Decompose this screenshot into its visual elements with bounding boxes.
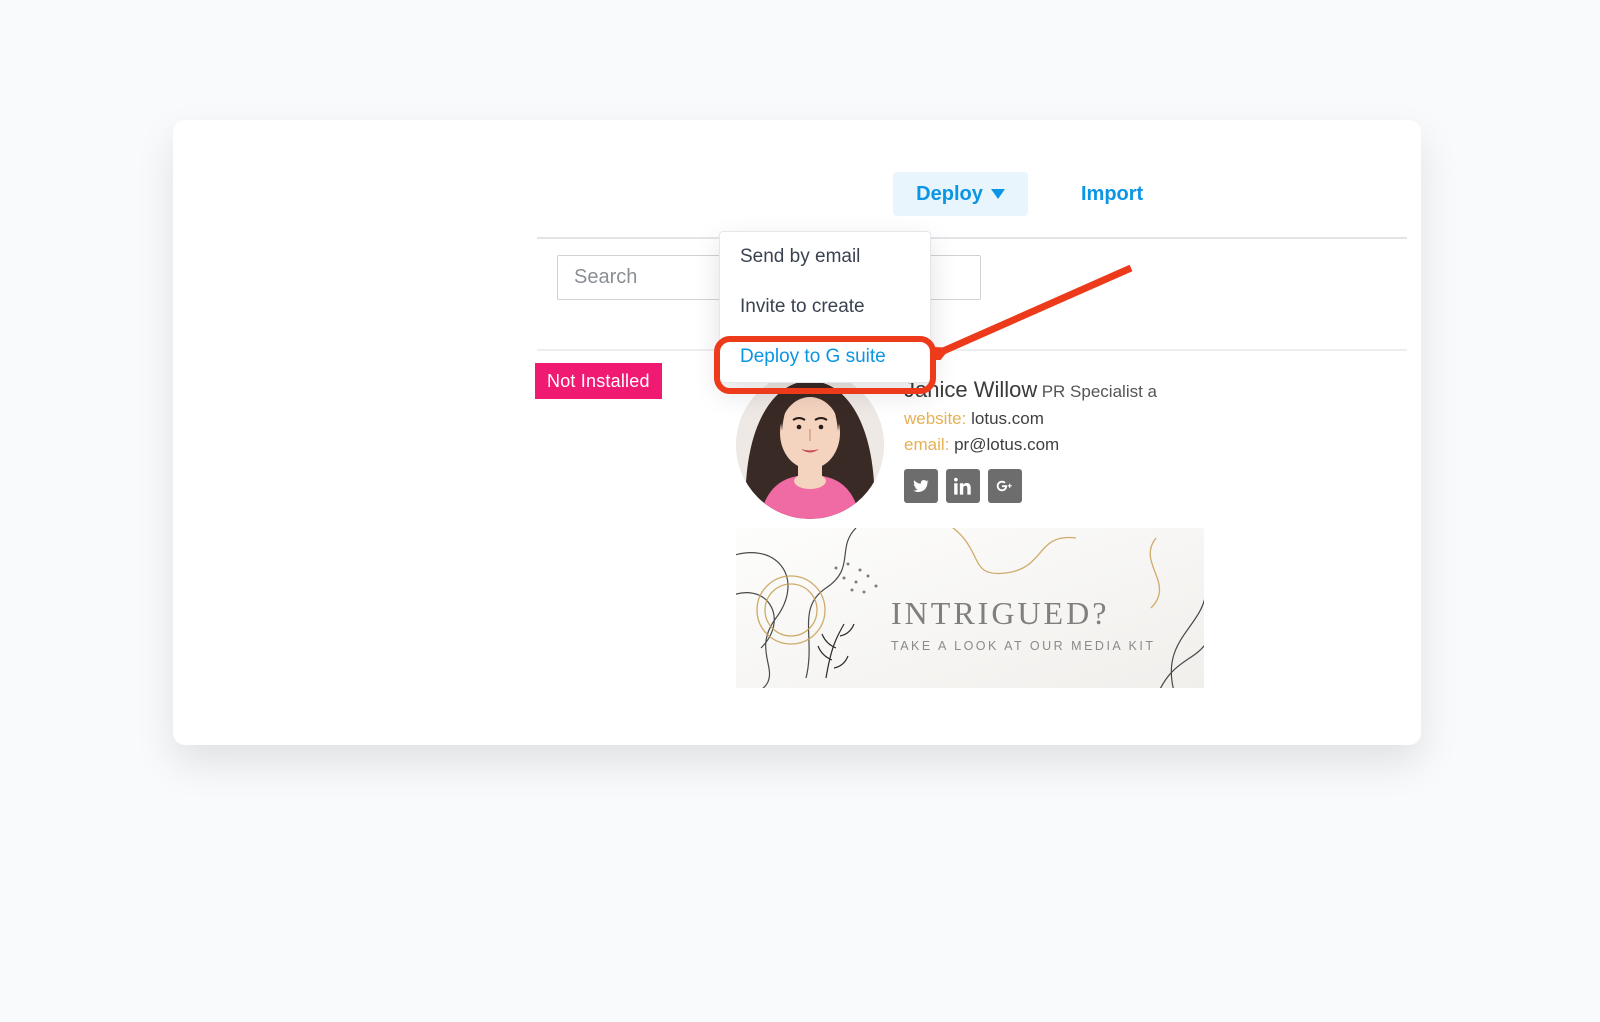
search-placeholder: Search [574,266,637,289]
linkedin-icon[interactable] [946,469,980,503]
import-button[interactable]: Import [1081,172,1143,216]
status-badge: Not Installed [535,363,662,399]
dropdown-item-label: Invite to create [740,296,865,317]
signature-title: PR Specialist a [1042,382,1157,401]
avatar-image [736,371,884,519]
signature-banner[interactable]: INTRIGUED? TAKE A LOOK AT OUR MEDIA KIT [736,528,1204,688]
banner-headline: INTRIGUED? [891,595,1109,631]
chevron-down-icon [991,189,1005,199]
divider [537,237,1407,239]
googleplus-icon[interactable] [988,469,1022,503]
social-row [904,469,1022,503]
divider [537,349,1407,351]
dropdown-item-deploy-gsuite[interactable]: Deploy to G suite [720,332,930,382]
signature-preview: Janice Willow PR Specialist a website: l… [728,363,1208,743]
status-badge-label: Not Installed [547,371,650,392]
signature-website-key: website: [904,409,966,428]
dropdown-item-invite-create[interactable]: Invite to create [720,282,930,332]
deploy-button-label: Deploy [916,183,983,206]
deploy-dropdown[interactable]: Send by email Invite to create Deploy to… [719,231,931,383]
app-card: Deploy Import Search Not Installed Send … [173,120,1421,745]
dropdown-item-label: Deploy to G suite [740,346,886,367]
dropdown-item-label: Send by email [740,246,860,267]
signature-email-key: email: [904,435,949,454]
dropdown-item-send-email[interactable]: Send by email [720,232,930,282]
avatar [736,371,884,519]
signature-website-value: lotus.com [971,409,1044,428]
signature-text: Janice Willow PR Specialist a website: l… [904,377,1209,455]
import-button-label: Import [1081,183,1143,206]
twitter-icon[interactable] [904,469,938,503]
signature-email-value: pr@lotus.com [954,435,1059,454]
deploy-button[interactable]: Deploy [893,172,1028,216]
banner-subhead: TAKE A LOOK AT OUR MEDIA KIT [891,639,1156,653]
